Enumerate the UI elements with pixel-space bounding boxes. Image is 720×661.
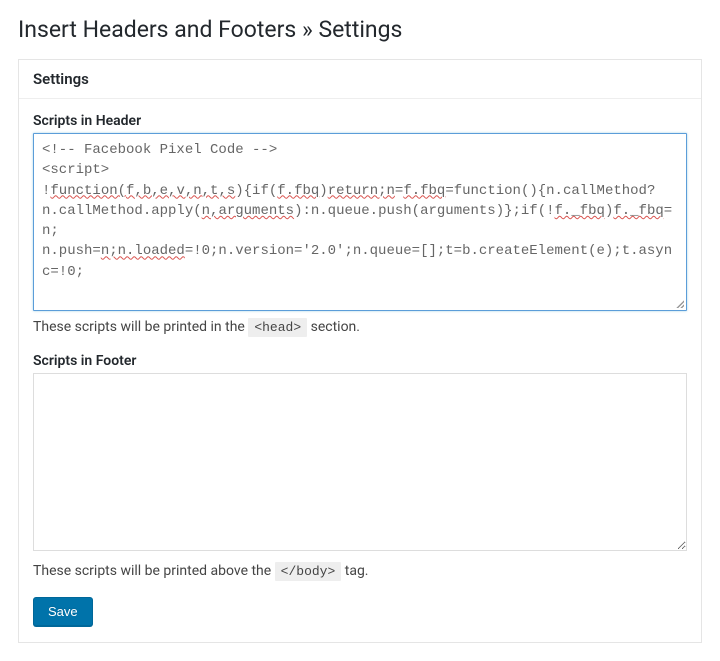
page-title: Insert Headers and Footers » Settings bbox=[18, 16, 702, 43]
footer-help-text: These scripts will be printed above the … bbox=[33, 563, 687, 579]
settings-panel: Settings Scripts in Header <!-- Facebook… bbox=[18, 59, 702, 643]
panel-body: Scripts in Header <!-- Facebook Pixel Co… bbox=[19, 99, 701, 642]
panel-heading: Settings bbox=[19, 60, 701, 99]
header-help-text: These scripts will be printed in the <he… bbox=[33, 319, 687, 335]
footer-scripts-textarea[interactable] bbox=[33, 373, 687, 551]
header-scripts-textarea[interactable]: <!-- Facebook Pixel Code --><script>!fun… bbox=[33, 133, 687, 311]
footer-scripts-label: Scripts in Footer bbox=[33, 353, 687, 369]
resize-grip-icon[interactable] bbox=[674, 298, 684, 308]
header-scripts-label: Scripts in Header bbox=[33, 113, 687, 129]
body-tag-code: </body> bbox=[275, 562, 342, 581]
head-tag-code: <head> bbox=[248, 318, 307, 337]
